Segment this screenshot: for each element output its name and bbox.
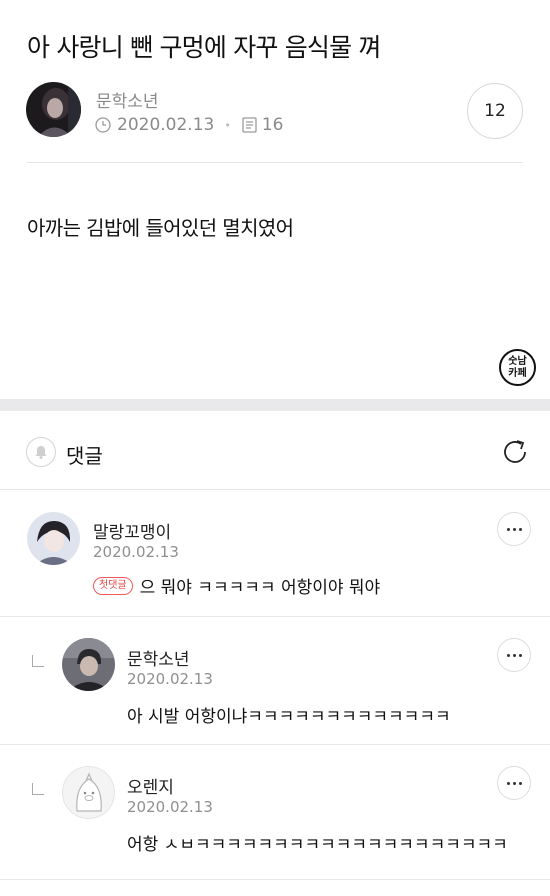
comment-date: 2020.02.13 [93,543,179,561]
reply-arrow-icon [32,783,44,795]
divider [27,162,523,163]
post-meta: 2020.02.13 • 16 [95,115,283,135]
meta-separator: • [224,118,231,132]
post-title: 아 사랑니 뺀 구멍에 자꾸 음식물 껴 [27,33,381,62]
post-body: 아까는 김밥에 들어있던 멸치였어 [27,216,294,240]
reply-item: 오렌지 2020.02.13 어항 ㅅㅂㅋㅋㅋㅋㅋㅋㅋㅋㅋㅋㅋㅋㅋㅋㅋㅋㅋㅋㅋㅋ [0,745,550,880]
commenter-avatar[interactable] [27,512,80,565]
author-avatar[interactable] [26,82,81,137]
comment-date: 2020.02.13 [127,798,213,816]
author-name[interactable]: 문학소년 [96,87,159,112]
reply-item: 문학소년 2020.02.13 아 시발 어항이냐ㅋㅋㅋㅋㅋㅋㅋㅋㅋㅋㅋㅋㅋ [0,617,550,745]
cafe-logo: 숫남 카페 [499,349,536,386]
clock-icon [95,117,111,133]
comment-item: 말랑꼬맹이 2020.02.13 첫댓글 으 뭐야 ㅋㅋㅋㅋㅋ 어항이야 뭐야 [0,490,550,617]
more-options-button[interactable] [497,638,531,672]
section-gap [0,399,550,411]
comment-count-button[interactable]: 12 [467,83,523,139]
comment-date: 2020.02.13 [127,670,213,688]
comment-text-row: 첫댓글 으 뭐야 ㅋㅋㅋㅋㅋ 어항이야 뭐야 [93,573,380,598]
refresh-icon[interactable] [498,435,532,469]
commenter-name[interactable]: 말랑꼬맹이 [93,518,171,543]
comment-text: 어항 ㅅㅂㅋㅋㅋㅋㅋㅋㅋㅋㅋㅋㅋㅋㅋㅋㅋㅋㅋㅋㅋㅋ [127,835,508,855]
comment-text: 아 시발 어항이냐ㅋㅋㅋㅋㅋㅋㅋㅋㅋㅋㅋㅋㅋ [127,707,451,727]
comments-label: 댓글 [66,444,103,468]
bell-icon[interactable] [26,437,56,467]
comments-header: 댓글 [0,411,550,490]
comment-text: 으 뭐야 ㅋㅋㅋㅋㅋ 어항이야 뭐야 [139,578,381,598]
cafe-logo-line1: 숫남 [508,355,527,367]
first-comment-badge: 첫댓글 [93,576,133,595]
commenter-name[interactable]: 오렌지 [127,773,174,798]
commenter-name[interactable]: 문학소년 [127,645,190,670]
commenter-avatar[interactable] [62,766,115,819]
more-options-button[interactable] [497,766,531,800]
commenter-avatar[interactable] [62,638,115,691]
view-count: 16 [261,115,284,135]
more-options-button[interactable] [497,512,531,546]
post-date: 2020.02.13 [117,115,215,135]
cafe-logo-line2: 카페 [508,367,527,379]
reply-arrow-icon [32,655,44,667]
document-icon [242,117,257,133]
